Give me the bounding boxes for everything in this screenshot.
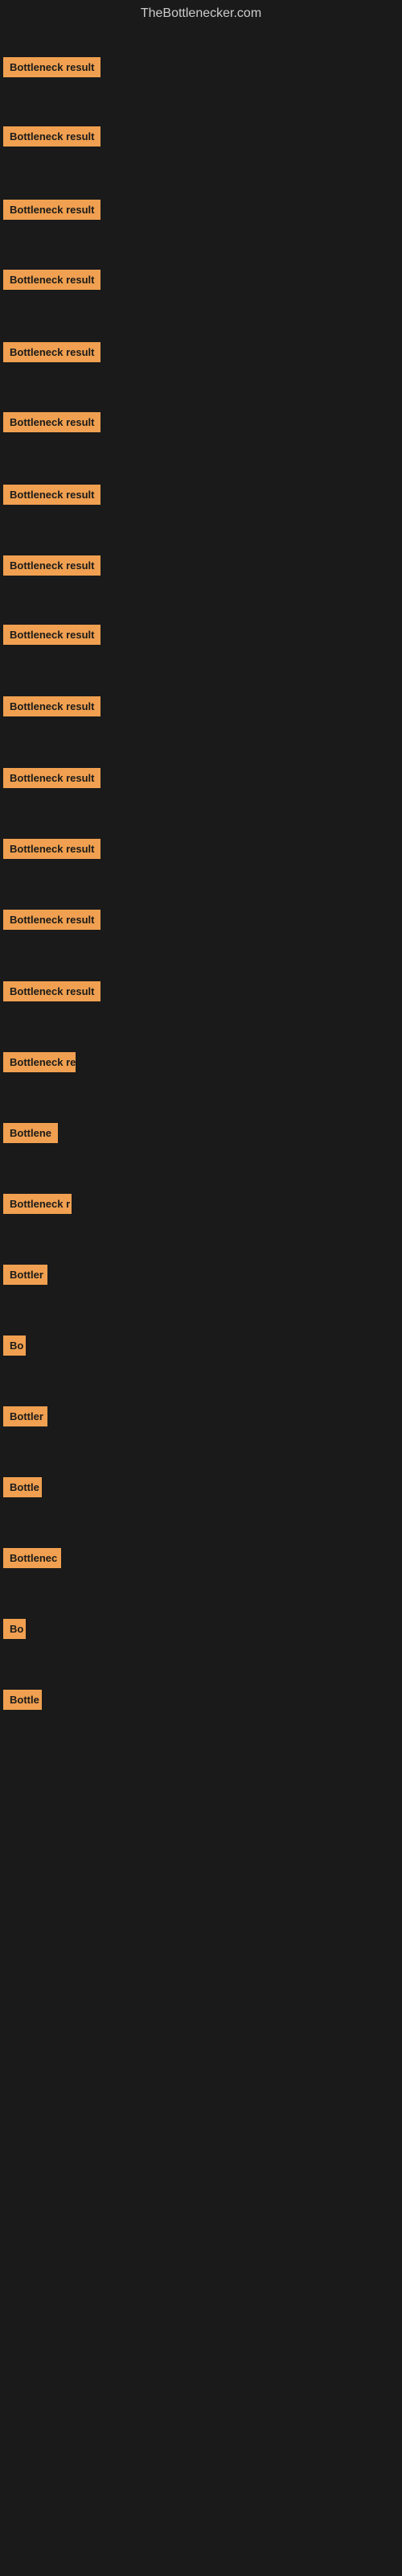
page-title: TheBottlenecker.com (0, 0, 402, 27)
bottleneck-bar: Bottler (3, 1265, 47, 1285)
bottleneck-bar: Bottlenec (3, 1548, 61, 1568)
bottleneck-bar: Bo (3, 1335, 26, 1356)
bottleneck-bar: Bottleneck re (3, 1052, 76, 1072)
bottleneck-bar: Bottleneck result (3, 839, 100, 859)
bottleneck-bar: Bottleneck result (3, 126, 100, 147)
bottleneck-bar: Bottleneck result (3, 485, 100, 505)
bottleneck-bar: Bottleneck r (3, 1194, 72, 1214)
bottleneck-bar: Bottleneck result (3, 625, 100, 645)
bottleneck-bar: Bottleneck result (3, 342, 100, 362)
bottleneck-bar: Bottleneck result (3, 412, 100, 432)
bottleneck-bar: Bottleneck result (3, 981, 100, 1001)
bottleneck-bar: Bottler (3, 1406, 47, 1426)
bottleneck-bar: Bottleneck result (3, 270, 100, 290)
bottleneck-bar: Bottleneck result (3, 910, 100, 930)
bottleneck-bar: Bottlene (3, 1123, 58, 1143)
bottleneck-bar: Bottleneck result (3, 696, 100, 716)
bottleneck-bar: Bottle (3, 1477, 42, 1497)
bottleneck-bar: Bottleneck result (3, 200, 100, 220)
bottleneck-bar: Bottleneck result (3, 555, 100, 576)
bottleneck-bar: Bottle (3, 1690, 42, 1710)
bottleneck-bar: Bo (3, 1619, 26, 1639)
bottleneck-bar: Bottleneck result (3, 57, 100, 77)
bottleneck-bar: Bottleneck result (3, 768, 100, 788)
